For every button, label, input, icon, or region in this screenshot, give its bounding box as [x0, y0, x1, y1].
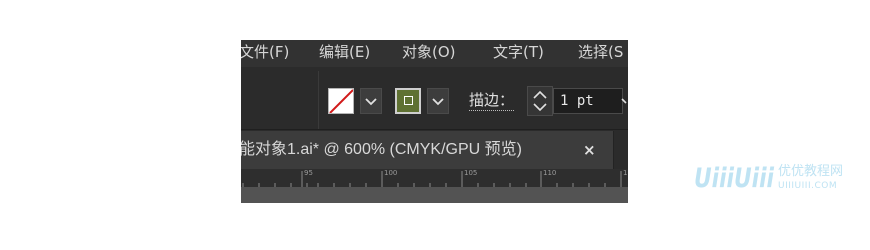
stroke-dropdown-button[interactable] — [427, 88, 449, 114]
watermark: UiiiUiii 优优教程网 UIIIUIII.COM — [694, 164, 864, 194]
menu-type[interactable]: 文字(T) — [493, 40, 544, 67]
control-bar-divider — [318, 71, 319, 129]
stroke-swatch-icon — [404, 96, 413, 105]
artboard-canvas[interactable] — [241, 187, 628, 203]
stepper-arrows-icon — [533, 90, 547, 112]
stroke-weight-dropdown[interactable] — [621, 88, 628, 114]
illustrator-window: 文件(F) 编辑(E) 对象(O) 文字(T) 选择(S 描边： 1 pt 能对… — [241, 40, 628, 203]
ruler-label: 100 — [384, 169, 398, 177]
menu-file[interactable]: 文件(F) — [241, 40, 289, 67]
stroke-label[interactable]: 描边： — [469, 90, 515, 111]
stroke-swatch[interactable] — [395, 88, 421, 114]
document-tab[interactable]: 能对象1.ai* @ 600% (CMYK/GPU 预览) × — [241, 131, 614, 169]
ruler-label: 95 — [304, 169, 313, 177]
menu-select[interactable]: 选择(S — [578, 40, 623, 67]
menu-object[interactable]: 对象(O) — [402, 40, 456, 67]
chevron-down-icon — [365, 98, 377, 106]
chevron-down-icon — [621, 98, 627, 104]
menu-edit[interactable]: 编辑(E) — [319, 40, 370, 67]
watermark-site-name: 优优教程网 — [778, 164, 844, 179]
ruler-ticks — [242, 171, 622, 187]
document-tab-title: 能对象1.ai* @ 600% (CMYK/GPU 预览) — [241, 141, 522, 158]
chevron-down-icon — [432, 98, 444, 106]
none-swatch-icon — [329, 89, 353, 113]
ruler-label: 105 — [464, 169, 478, 177]
menu-bar: 文件(F) 编辑(E) 对象(O) 文字(T) 选择(S — [241, 40, 628, 68]
stroke-weight-input[interactable]: 1 pt — [553, 88, 623, 114]
close-icon[interactable]: × — [583, 131, 596, 169]
ruler-label: 110 — [543, 169, 557, 177]
stroke-weight-stepper[interactable] — [527, 86, 553, 116]
fill-swatch[interactable] — [328, 88, 354, 114]
watermark-logo: UiiiUiii — [694, 163, 774, 194]
document-tab-bar: 能对象1.ai* @ 600% (CMYK/GPU 预览) × — [241, 129, 628, 170]
watermark-url: UIIIUIII.COM — [778, 181, 838, 191]
ruler-label: 1 — [623, 169, 628, 177]
fill-dropdown-button[interactable] — [360, 88, 382, 114]
horizontal-ruler[interactable]: 95 100 105 110 1 — [241, 169, 628, 188]
